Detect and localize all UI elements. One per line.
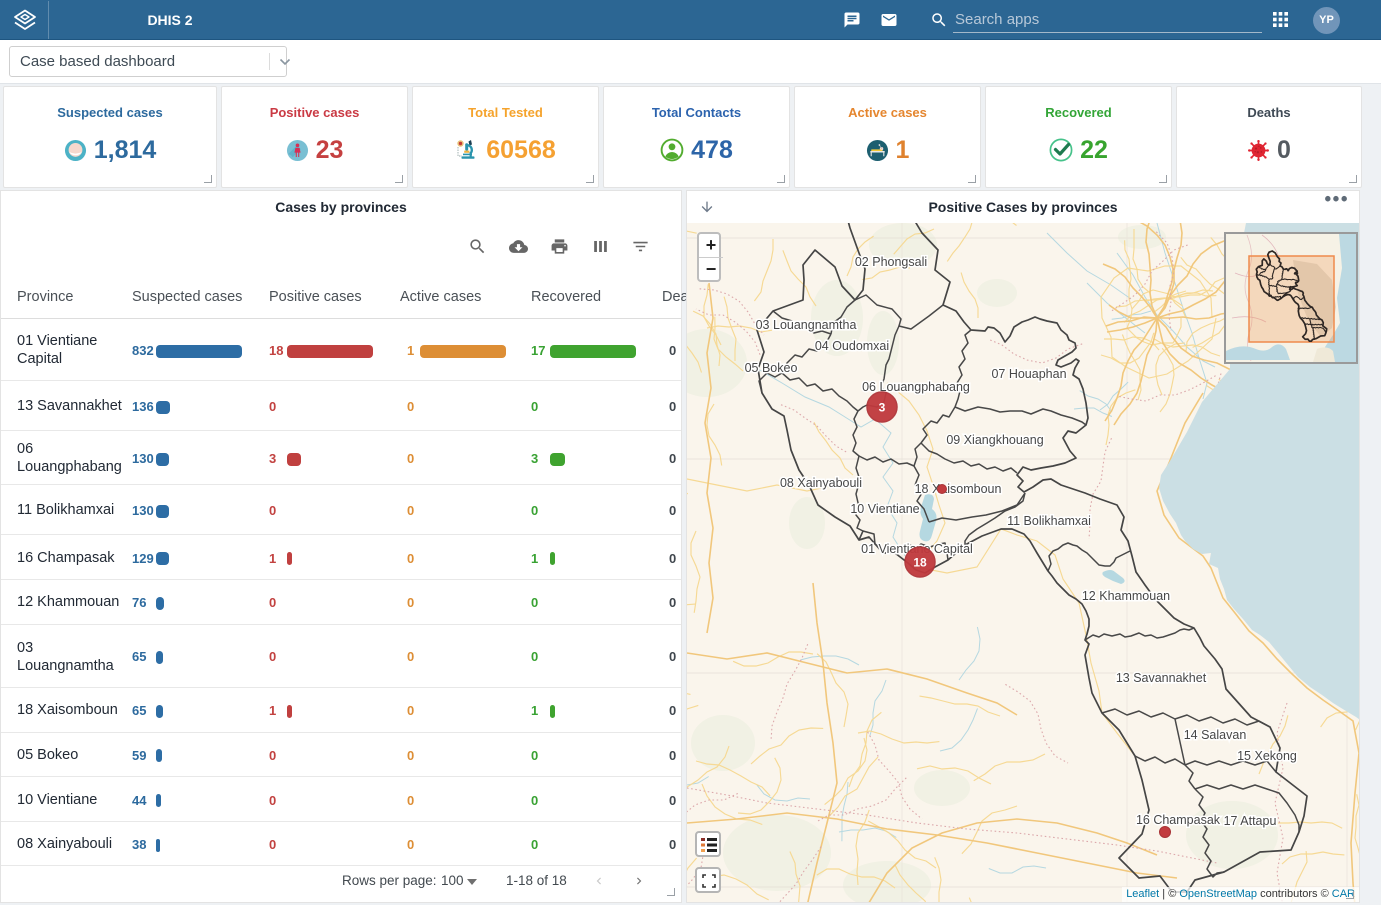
svg-text:12 Khammouan: 12 Khammouan bbox=[1082, 589, 1170, 603]
svg-text:03 Louangnamtha: 03 Louangnamtha bbox=[756, 318, 857, 332]
svg-text:08 Xainyabouli: 08 Xainyabouli bbox=[780, 476, 862, 490]
svg-text:16 Champasak: 16 Champasak bbox=[1136, 813, 1221, 827]
svg-text:18: 18 bbox=[913, 556, 927, 570]
svg-text:02 Phongsali: 02 Phongsali bbox=[855, 255, 927, 269]
svg-text:09 Xiangkhouang: 09 Xiangkhouang bbox=[946, 433, 1043, 447]
svg-text:14 Salavan: 14 Salavan bbox=[1184, 728, 1247, 742]
svg-text:18 Xaisomboun: 18 Xaisomboun bbox=[915, 482, 1002, 496]
svg-text:17 Attapu: 17 Attapu bbox=[1224, 814, 1277, 828]
svg-text:04 Oudomxai: 04 Oudomxai bbox=[815, 339, 889, 353]
svg-text:3: 3 bbox=[879, 401, 886, 415]
svg-text:13 Savannakhet: 13 Savannakhet bbox=[1116, 671, 1207, 685]
svg-text:15 Xekong: 15 Xekong bbox=[1237, 749, 1297, 763]
svg-text:10 Vientiane: 10 Vientiane bbox=[850, 502, 919, 516]
svg-text:05 Bokeo: 05 Bokeo bbox=[745, 361, 798, 375]
svg-text:11 Bolikhamxai: 11 Bolikhamxai bbox=[1007, 514, 1091, 528]
svg-text:07 Houaphan: 07 Houaphan bbox=[991, 367, 1066, 381]
